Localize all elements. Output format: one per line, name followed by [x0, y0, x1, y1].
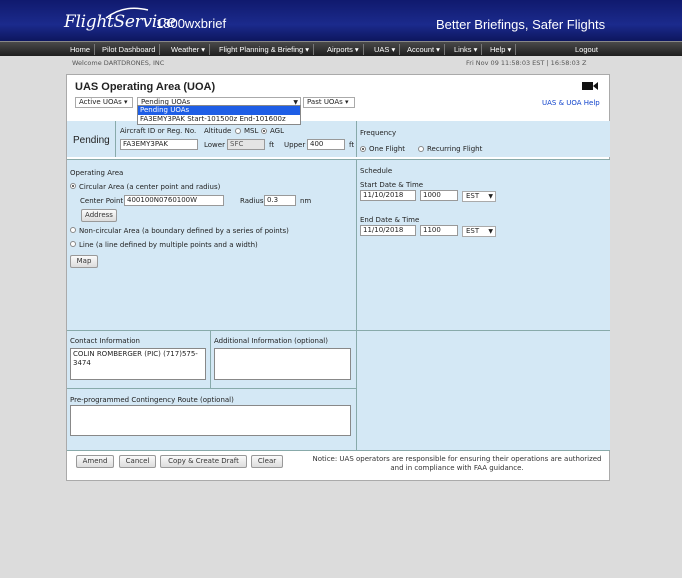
radius-label: Radius [240, 197, 264, 205]
map-button[interactable]: Map [70, 255, 98, 268]
radius-input[interactable]: 0.3 [264, 195, 296, 206]
aircraft-id-input[interactable]: FA3EMY3PAK [120, 139, 198, 150]
line-area-radio[interactable] [70, 241, 76, 247]
aircraft-id-label: Aircraft ID or Reg. No. [120, 127, 197, 135]
active-uoas-select[interactable]: Active UOAs ▾ [75, 97, 133, 108]
welcome-text: Welcome DARTDRONES, INC [72, 59, 165, 67]
nav-airports[interactable]: Airports ▾ [323, 44, 364, 55]
main-nav: Home Pilot Dashboard Weather ▾ Flight Pl… [0, 41, 682, 56]
nav-help[interactable]: Help ▾ [486, 44, 517, 55]
end-datetime-label: End Date & Time [360, 216, 420, 224]
chevron-down-icon: ▼ [488, 193, 493, 200]
one-flight-radio[interactable] [360, 146, 366, 152]
address-button[interactable]: Address [81, 209, 117, 222]
status-label: Pending [73, 135, 110, 146]
recurring-flight-label: Recurring Flight [427, 145, 483, 153]
swoosh-icon [105, 7, 149, 19]
contact-info-textarea[interactable]: COLIN ROMBERGER (PIC) (717)575-3474 [70, 348, 206, 380]
lower-label: Lower [204, 141, 225, 149]
uoa-help-link[interactable]: UAS & UOA Help [542, 99, 600, 107]
divider [356, 121, 357, 157]
dropdown-option[interactable]: Pending UOAs [138, 106, 300, 115]
schedule-label: Schedule [360, 167, 393, 175]
operating-area-label: Operating Area [70, 169, 124, 177]
lower-altitude-input: SFC [227, 139, 265, 150]
end-timezone-select[interactable]: EST ▼ [462, 226, 496, 237]
upper-unit: ft [349, 141, 355, 149]
faa-notice: Notice: UAS operators are responsible fo… [312, 455, 602, 472]
nav-pilot-dashboard[interactable]: Pilot Dashboard [98, 44, 161, 55]
clear-button[interactable]: Clear [251, 455, 283, 468]
altitude-label: Altitude [204, 127, 232, 135]
upper-label: Upper [284, 141, 306, 149]
page-title: UAS Operating Area (UOA) [75, 81, 216, 93]
dropdown-option[interactable]: FA3EMY3PAK Start-101500z End-101600z [138, 115, 300, 124]
video-camera-icon[interactable] [581, 81, 599, 91]
nav-flight-planning[interactable]: Flight Planning & Briefing ▾ [215, 44, 315, 55]
msl-radio[interactable] [235, 128, 241, 134]
start-datetime-label: Start Date & Time [360, 181, 424, 189]
start-timezone-select[interactable]: EST ▼ [462, 191, 496, 202]
brand-phone: 1800wxbrief [156, 16, 227, 31]
cancel-button[interactable]: Cancel [119, 455, 156, 468]
current-datetime: Fri Nov 09 11:58:03 EST | 16:58:03 Z [466, 59, 587, 67]
nav-links[interactable]: Links ▾ [450, 44, 483, 55]
start-date-input[interactable]: 11/10/2018 [360, 190, 416, 201]
uoa-panel: UAS Operating Area (UOA) UAS & UOA Help … [66, 74, 610, 481]
frequency-label: Frequency [360, 129, 397, 137]
site-header: FlightService 1800wxbrief Better Briefin… [0, 0, 682, 41]
copy-create-draft-button[interactable]: Copy & Create Draft [160, 455, 247, 468]
end-timezone-value: EST [466, 227, 480, 235]
agl-label: AGL [270, 127, 284, 135]
welcome-bar: Welcome DARTDRONES, INC Fri Nov 09 11:58… [0, 57, 682, 68]
nav-uas[interactable]: UAS ▾ [370, 44, 401, 55]
circular-area-radio[interactable] [70, 183, 76, 189]
start-time-input[interactable]: 1000 [420, 190, 458, 201]
logout-link[interactable]: Logout [571, 44, 602, 55]
chevron-down-icon: ▼ [488, 228, 493, 235]
tagline: Better Briefings, Safer Flights [436, 17, 606, 32]
divider [67, 450, 610, 451]
one-flight-label: One Flight [369, 145, 406, 153]
center-point-label: Center Point [80, 197, 124, 205]
noncircular-area-label: Non-circular Area (a boundary defined by… [79, 227, 289, 235]
nav-home[interactable]: Home [66, 44, 96, 55]
divider [210, 331, 211, 388]
radius-unit: nm [300, 197, 312, 205]
divider [115, 121, 116, 157]
past-uoas-select[interactable]: Past UOAs ▾ [303, 97, 355, 108]
start-timezone-value: EST [466, 192, 480, 200]
msl-label: MSL [244, 127, 259, 135]
nav-account[interactable]: Account ▾ [403, 44, 445, 55]
circular-area-label: Circular Area (a center point and radius… [79, 183, 221, 191]
contact-info-label: Contact Information [70, 337, 140, 345]
contingency-textarea[interactable] [70, 405, 351, 436]
center-point-input[interactable]: 400100N0760100W [124, 195, 224, 206]
contingency-label: Pre-programmed Contingency Route (option… [70, 396, 234, 404]
additional-info-label: Additional Information (optional) [214, 337, 328, 345]
right-lower-section [357, 331, 610, 450]
nav-weather[interactable]: Weather ▾ [167, 44, 211, 55]
noncircular-area-radio[interactable] [70, 227, 76, 233]
recurring-flight-radio[interactable] [418, 146, 424, 152]
pending-uoas-dropdown: Pending UOAs FA3EMY3PAK Start-101500z En… [137, 105, 301, 125]
additional-info-textarea[interactable] [214, 348, 351, 380]
end-date-input[interactable]: 11/10/2018 [360, 225, 416, 236]
amend-button[interactable]: Amend [76, 455, 114, 468]
end-time-input[interactable]: 1100 [420, 225, 458, 236]
upper-altitude-input[interactable]: 400 [307, 139, 345, 150]
agl-radio[interactable] [261, 128, 267, 134]
line-area-label: Line (a line defined by multiple points … [79, 241, 258, 249]
lower-unit: ft [269, 141, 275, 149]
